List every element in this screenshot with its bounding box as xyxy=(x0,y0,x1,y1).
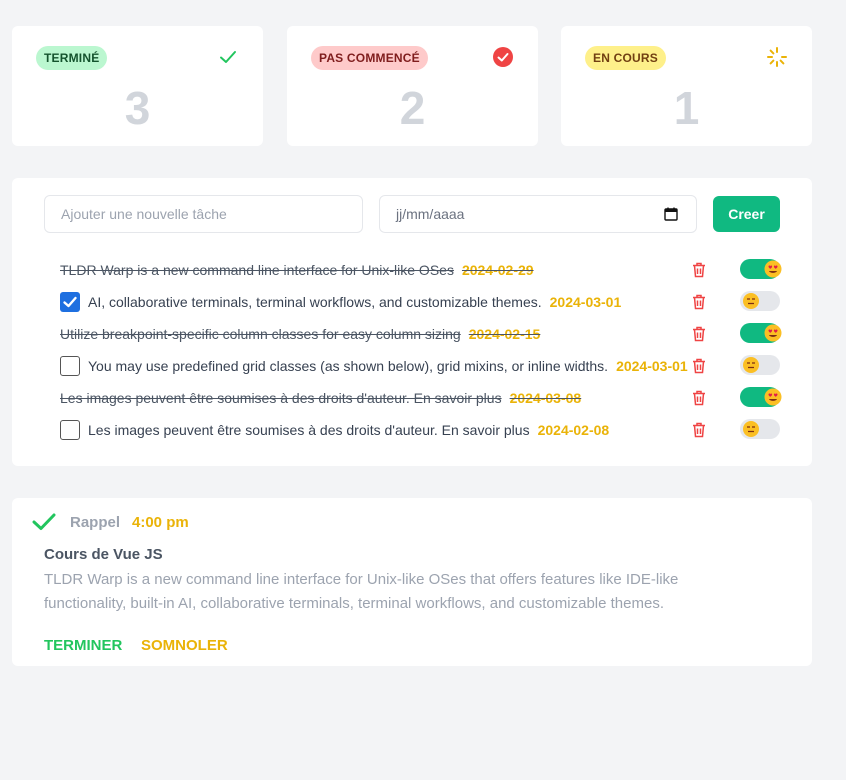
check-icon xyxy=(220,51,236,63)
status-toggle[interactable] xyxy=(740,259,782,279)
stat-count-done: 3 xyxy=(124,82,151,134)
trash-icon[interactable] xyxy=(692,358,706,374)
status-toggle[interactable] xyxy=(740,323,782,343)
expressionless-emoji-icon xyxy=(743,357,759,373)
new-task-input[interactable]: Ajouter une nouvelle tâche xyxy=(44,195,363,233)
reminder-time: 4:00 pm xyxy=(132,514,189,531)
heart-eyes-emoji-icon xyxy=(764,388,782,406)
check-circle-icon xyxy=(493,47,513,67)
task-text: You may use predefined grid classes (as … xyxy=(88,358,688,374)
task-row: You may use predefined grid classes (as … xyxy=(60,354,790,378)
task-panel: Ajouter une nouvelle tâche jj/mm/aaaa Cr… xyxy=(12,178,812,466)
stat-card-done: TERMINÉ 3 xyxy=(12,26,263,146)
task-row: Les images peuvent être soumises à des d… xyxy=(60,418,790,442)
heart-eyes-emoji-icon xyxy=(764,260,782,278)
status-badge-not-started: PAS COMMENCÉ xyxy=(311,46,428,70)
trash-icon[interactable] xyxy=(692,294,706,310)
stat-card-in-progress: EN COURS 1 xyxy=(561,26,812,146)
status-toggle[interactable] xyxy=(740,387,782,407)
calendar-icon[interactable] xyxy=(664,207,678,221)
trash-icon[interactable] xyxy=(692,390,706,406)
checkmark-icon xyxy=(63,296,77,308)
check-icon xyxy=(32,513,56,530)
task-checkbox[interactable] xyxy=(60,420,80,440)
task-row: AI, collaborative terminals, terminal wo… xyxy=(60,290,790,314)
task-checkbox[interactable] xyxy=(60,356,80,376)
task-row: Les images peuvent être soumises à des d… xyxy=(60,386,790,410)
status-toggle[interactable] xyxy=(740,419,780,439)
task-text: Utilize breakpoint-specific column class… xyxy=(60,326,541,342)
create-button[interactable]: Creer xyxy=(713,196,780,232)
task-date: 2024-02-15 xyxy=(468,326,541,342)
reminder-title: Cours de Vue JS xyxy=(44,546,163,563)
status-badge-in-progress: EN COURS xyxy=(585,46,666,70)
status-toggle[interactable] xyxy=(740,291,780,311)
stat-card-not-started: PAS COMMENCÉ 2 xyxy=(287,26,538,146)
status-badge-done: TERMINÉ xyxy=(36,46,108,70)
finish-button[interactable]: TERMINER xyxy=(44,637,122,654)
task-date: 2024-02-08 xyxy=(537,422,610,438)
task-date: 2024-03-01 xyxy=(549,294,622,310)
expressionless-emoji-icon xyxy=(743,421,759,437)
task-text: TLDR Warp is a new command line interfac… xyxy=(60,262,534,278)
date-placeholder: jj/mm/aaaa xyxy=(396,206,465,222)
date-input[interactable]: jj/mm/aaaa xyxy=(379,195,697,233)
task-text: Les images peuvent être soumises à des d… xyxy=(60,390,582,406)
stat-count-not-started: 2 xyxy=(399,82,426,134)
reminder-description: TLDR Warp is a new command line interfac… xyxy=(44,571,679,612)
reminder-label: Rappel xyxy=(70,514,121,531)
trash-icon[interactable] xyxy=(692,422,706,438)
task-row: Utilize breakpoint-specific column class… xyxy=(60,322,790,346)
reminder-card: Rappel 4:00 pm Cours de Vue JS TLDR Warp… xyxy=(12,498,812,666)
task-text: Les images peuvent être soumises à des d… xyxy=(88,422,610,438)
snooze-button[interactable]: SOMNOLER xyxy=(141,637,228,654)
heart-eyes-emoji-icon xyxy=(764,324,782,342)
trash-icon[interactable] xyxy=(692,326,706,342)
task-date: 2024-03-08 xyxy=(509,390,582,406)
task-date: 2024-02-29 xyxy=(461,262,534,278)
expressionless-emoji-icon xyxy=(743,293,759,309)
loading-spinner-icon xyxy=(767,47,787,67)
stat-count-in-progress: 1 xyxy=(673,82,700,134)
trash-icon[interactable] xyxy=(692,262,706,278)
status-toggle[interactable] xyxy=(740,355,780,375)
task-row: TLDR Warp is a new command line interfac… xyxy=(60,258,790,282)
task-date: 2024-03-01 xyxy=(616,358,688,374)
task-checkbox[interactable] xyxy=(60,292,80,312)
task-text: AI, collaborative terminals, terminal wo… xyxy=(88,294,622,310)
